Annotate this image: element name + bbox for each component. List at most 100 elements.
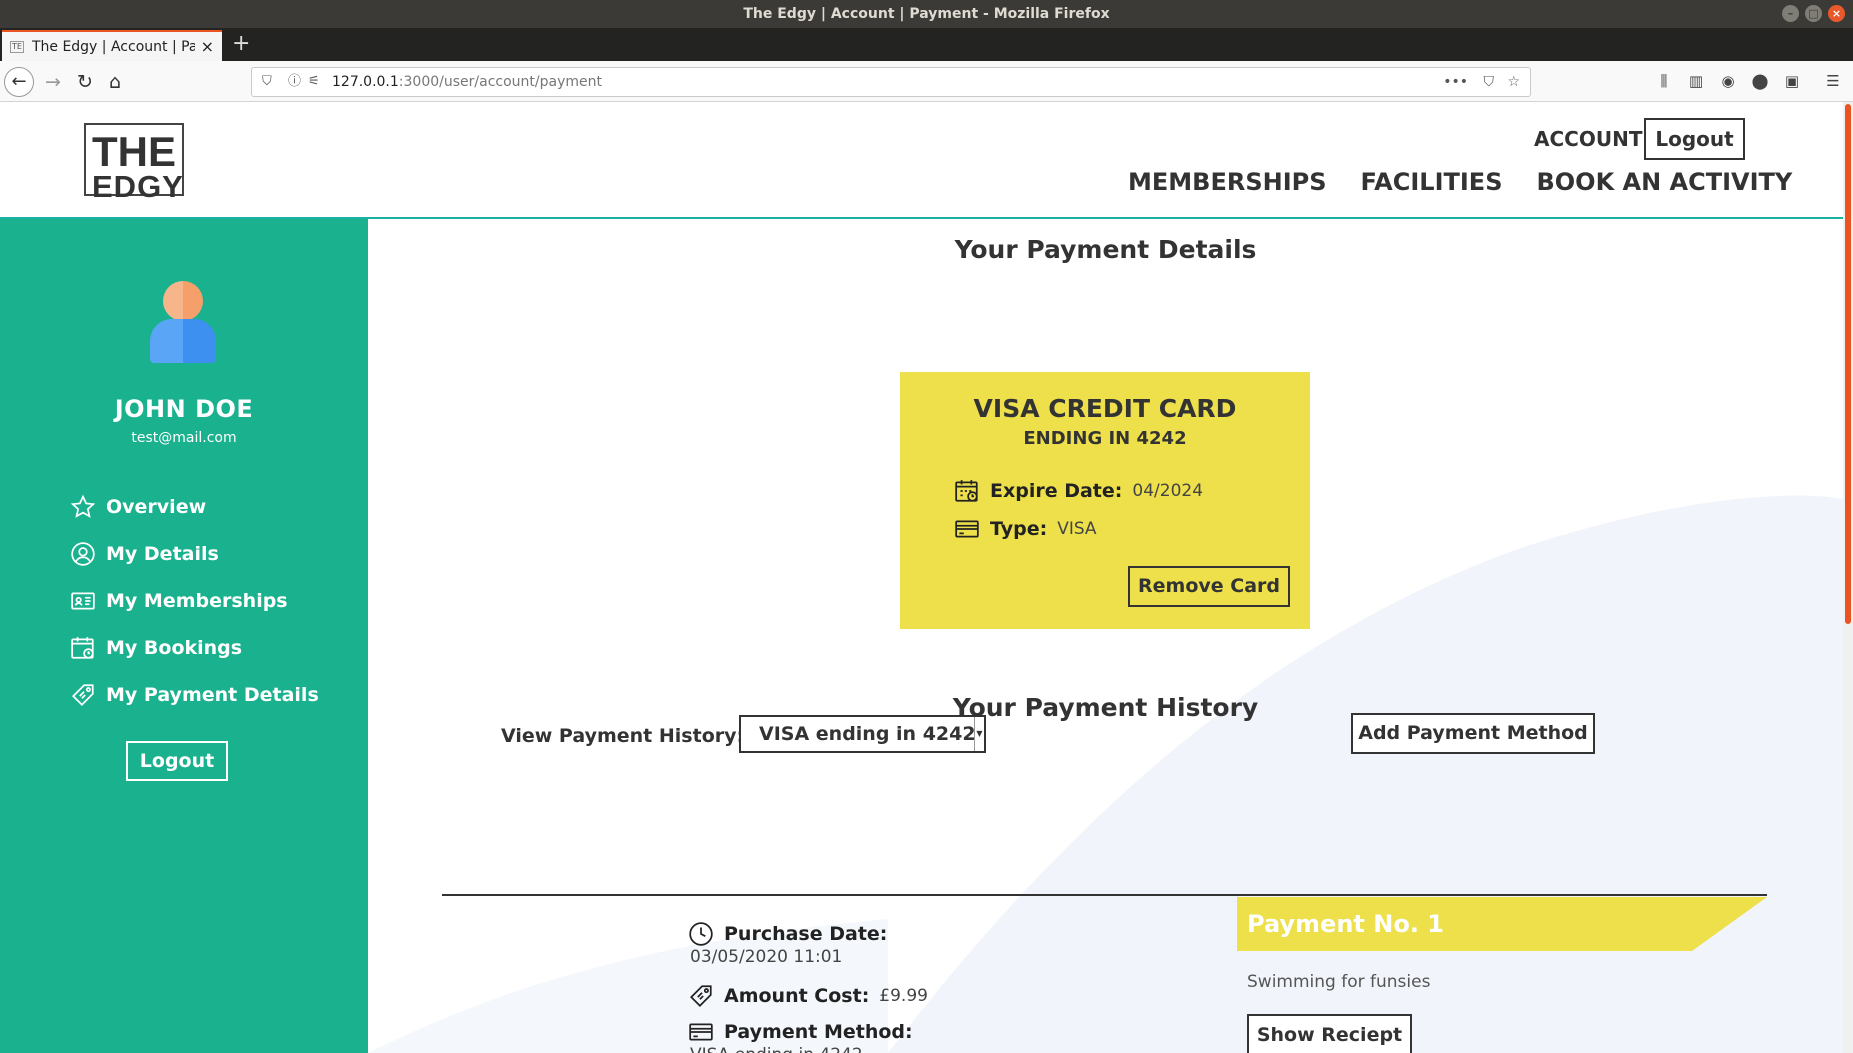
home-icon[interactable]: ⌂ (100, 67, 130, 97)
url-host: 127.0.0.1 (332, 74, 399, 90)
payment-number-banner: Payment No. 1 (1237, 897, 1767, 951)
payment-details-title: Your Payment Details (954, 235, 1257, 264)
calendar-icon (955, 480, 978, 502)
history-filter-label: View Payment History: (501, 725, 745, 747)
library-icon[interactable]: ⫼ (1652, 69, 1676, 93)
show-receipt-button[interactable]: Show Reciept (1247, 1014, 1412, 1053)
sidebar-toggle-icon[interactable]: ▥ (1684, 69, 1708, 93)
page-scrollbar[interactable] (1843, 102, 1853, 1053)
select-value: VISA ending in 4242 (759, 723, 976, 745)
sidebar-item-label: My Details (106, 542, 219, 565)
payment-description: Swimming for funsies (1247, 972, 1431, 992)
minimize-icon[interactable]: – (1782, 5, 1799, 22)
sidebar-item-my-bookings[interactable]: My Bookings (70, 624, 319, 671)
amount-row: Amount Cost: £9.99 (688, 983, 928, 1009)
tab-strip: TE The Edgy | Account | Payment × + (0, 28, 1853, 61)
sidebar-item-label: My Payment Details (106, 683, 319, 706)
star-icon (70, 494, 96, 518)
sidebar-item-my-details[interactable]: My Details (70, 530, 319, 577)
account-icon[interactable]: ◉ (1716, 69, 1740, 93)
card-title: VISA CREDIT CARD (973, 394, 1237, 423)
card-expire-row: Expire Date: 04/2024 (954, 478, 1203, 504)
chevron-down-icon[interactable]: ▼ (974, 717, 984, 751)
avatar (148, 281, 218, 363)
type-label: Type: (990, 518, 1048, 540)
browser-navbar: ← → ↻ ⌂ ⛉ ⓘ ⚟ 127.0.0.1:3000/user/accoun… (0, 61, 1853, 102)
remove-card-button[interactable]: Remove Card (1128, 566, 1290, 607)
logo-line-1: THE (92, 128, 176, 175)
nav-book-activity[interactable]: BOOK AN ACTIVITY (1536, 164, 1792, 200)
sidebar-item-overview[interactable]: Overview (70, 483, 319, 530)
user-name: JOHN DOE (114, 395, 254, 423)
forward-arrow-icon[interactable]: → (38, 67, 68, 97)
sidebar-logout-button[interactable]: Logout (126, 741, 228, 781)
payment-number: Payment No. 1 (1247, 910, 1444, 938)
credit-card-panel: VISA CREDIT CARD ENDING IN 4242 Expire D… (900, 372, 1310, 629)
close-window-icon[interactable]: × (1828, 5, 1845, 22)
history-divider (442, 894, 1767, 896)
user-circle-icon (71, 541, 95, 566)
payment-method-row: Payment Method: (688, 1019, 913, 1045)
nav-memberships[interactable]: MEMBERSHIPS (1128, 164, 1327, 200)
site-logo[interactable]: THE EDGY (84, 123, 184, 202)
main-content: Your Payment Details VISA CREDIT CARD EN… (368, 219, 1843, 1053)
shield-icon[interactable]: ⛉ (262, 68, 272, 96)
sidebar-item-label: Overview (106, 495, 207, 518)
credit-card-icon (689, 1023, 713, 1041)
account-sidebar: JOHN DOE test@mail.com Overview My Detai… (0, 219, 368, 1053)
payment-history-title: Your Payment History (952, 693, 1259, 722)
bookmark-star-icon[interactable]: ☆ (1507, 68, 1520, 96)
sidebar-item-my-memberships[interactable]: My Memberships (70, 577, 319, 624)
card-type-row: Type: VISA (954, 516, 1097, 542)
purchase-date-value: 03/05/2020 11:01 (690, 947, 843, 967)
browser-tab-active[interactable]: TE The Edgy | Account | Payment × (2, 30, 222, 61)
window-titlebar: The Edgy | Account | Payment - Mozilla F… (0, 0, 1853, 28)
window-title: The Edgy | Account | Payment - Mozilla F… (743, 6, 1110, 22)
sidebar-nav: Overview My Details My Memberships My Bo… (70, 483, 319, 718)
site-header: THE EDGY ACCOUNT Logout MEMBERSHIPS FACI… (0, 102, 1843, 219)
credit-card-icon (955, 520, 979, 538)
sidebar-item-my-payment-details[interactable]: My Payment Details (70, 671, 319, 718)
page-actions-icon[interactable]: ••• (1443, 68, 1468, 96)
extension-2-icon[interactable]: ▣ (1780, 69, 1804, 93)
tab-title: The Edgy | Account | Payment (31, 38, 195, 55)
reload-icon[interactable]: ↻ (70, 67, 100, 97)
tab-close-icon[interactable]: × (201, 37, 214, 56)
user-email: test@mail.com (131, 430, 237, 446)
header-logout-button[interactable]: Logout (1644, 118, 1745, 160)
maximize-icon[interactable]: □ (1805, 5, 1822, 22)
url-bar[interactable]: ⛉ ⓘ ⚟ 127.0.0.1:3000/user/account/paymen… (251, 67, 1531, 97)
tag-icon (690, 985, 712, 1007)
sidebar-item-label: My Bookings (106, 636, 243, 659)
sidebar-item-label: My Memberships (106, 589, 288, 612)
logo-line-2: EDGY (92, 169, 184, 204)
account-link[interactable]: ACCOUNT (1534, 124, 1642, 154)
extension-icon[interactable]: ⬤ (1748, 69, 1772, 93)
new-tab-button[interactable]: + (232, 30, 250, 58)
calendar-icon (71, 636, 94, 659)
purchase-date-label-row: Purchase Date: (688, 921, 887, 947)
url-path: :3000/user/account/payment (398, 74, 602, 90)
payment-method-label: Payment Method: (724, 1021, 913, 1043)
nav-facilities[interactable]: FACILITIES (1361, 164, 1503, 200)
amount-label: Amount Cost: (724, 985, 870, 1007)
permissions-icon[interactable]: ⚟ (308, 68, 320, 96)
main-nav: MEMBERSHIPS FACILITIES BOOK AN ACTIVITY (1128, 164, 1792, 200)
id-card-icon (71, 592, 95, 609)
avatar-body (150, 319, 216, 363)
tab-favicon-icon: TE (10, 40, 24, 53)
clock-icon (689, 922, 713, 946)
info-icon[interactable]: ⓘ (288, 68, 301, 96)
card-subtitle: ENDING IN 4242 (1023, 428, 1187, 449)
expire-value: 04/2024 (1132, 481, 1204, 501)
scrollbar-thumb[interactable] (1845, 104, 1851, 624)
amount-value: £9.99 (879, 986, 928, 1006)
purchase-date-label: Purchase Date: (724, 923, 888, 945)
avatar-head (163, 281, 203, 321)
type-value: VISA (1057, 519, 1097, 539)
back-arrow-icon[interactable]: ← (4, 67, 34, 97)
payment-method-value: VISA ending in 4242 (690, 1045, 863, 1053)
window-controls: – □ × (1782, 5, 1845, 22)
menu-hamburger-icon[interactable]: ☰ (1821, 69, 1845, 93)
pocket-icon[interactable]: ⛉ (1484, 68, 1495, 96)
